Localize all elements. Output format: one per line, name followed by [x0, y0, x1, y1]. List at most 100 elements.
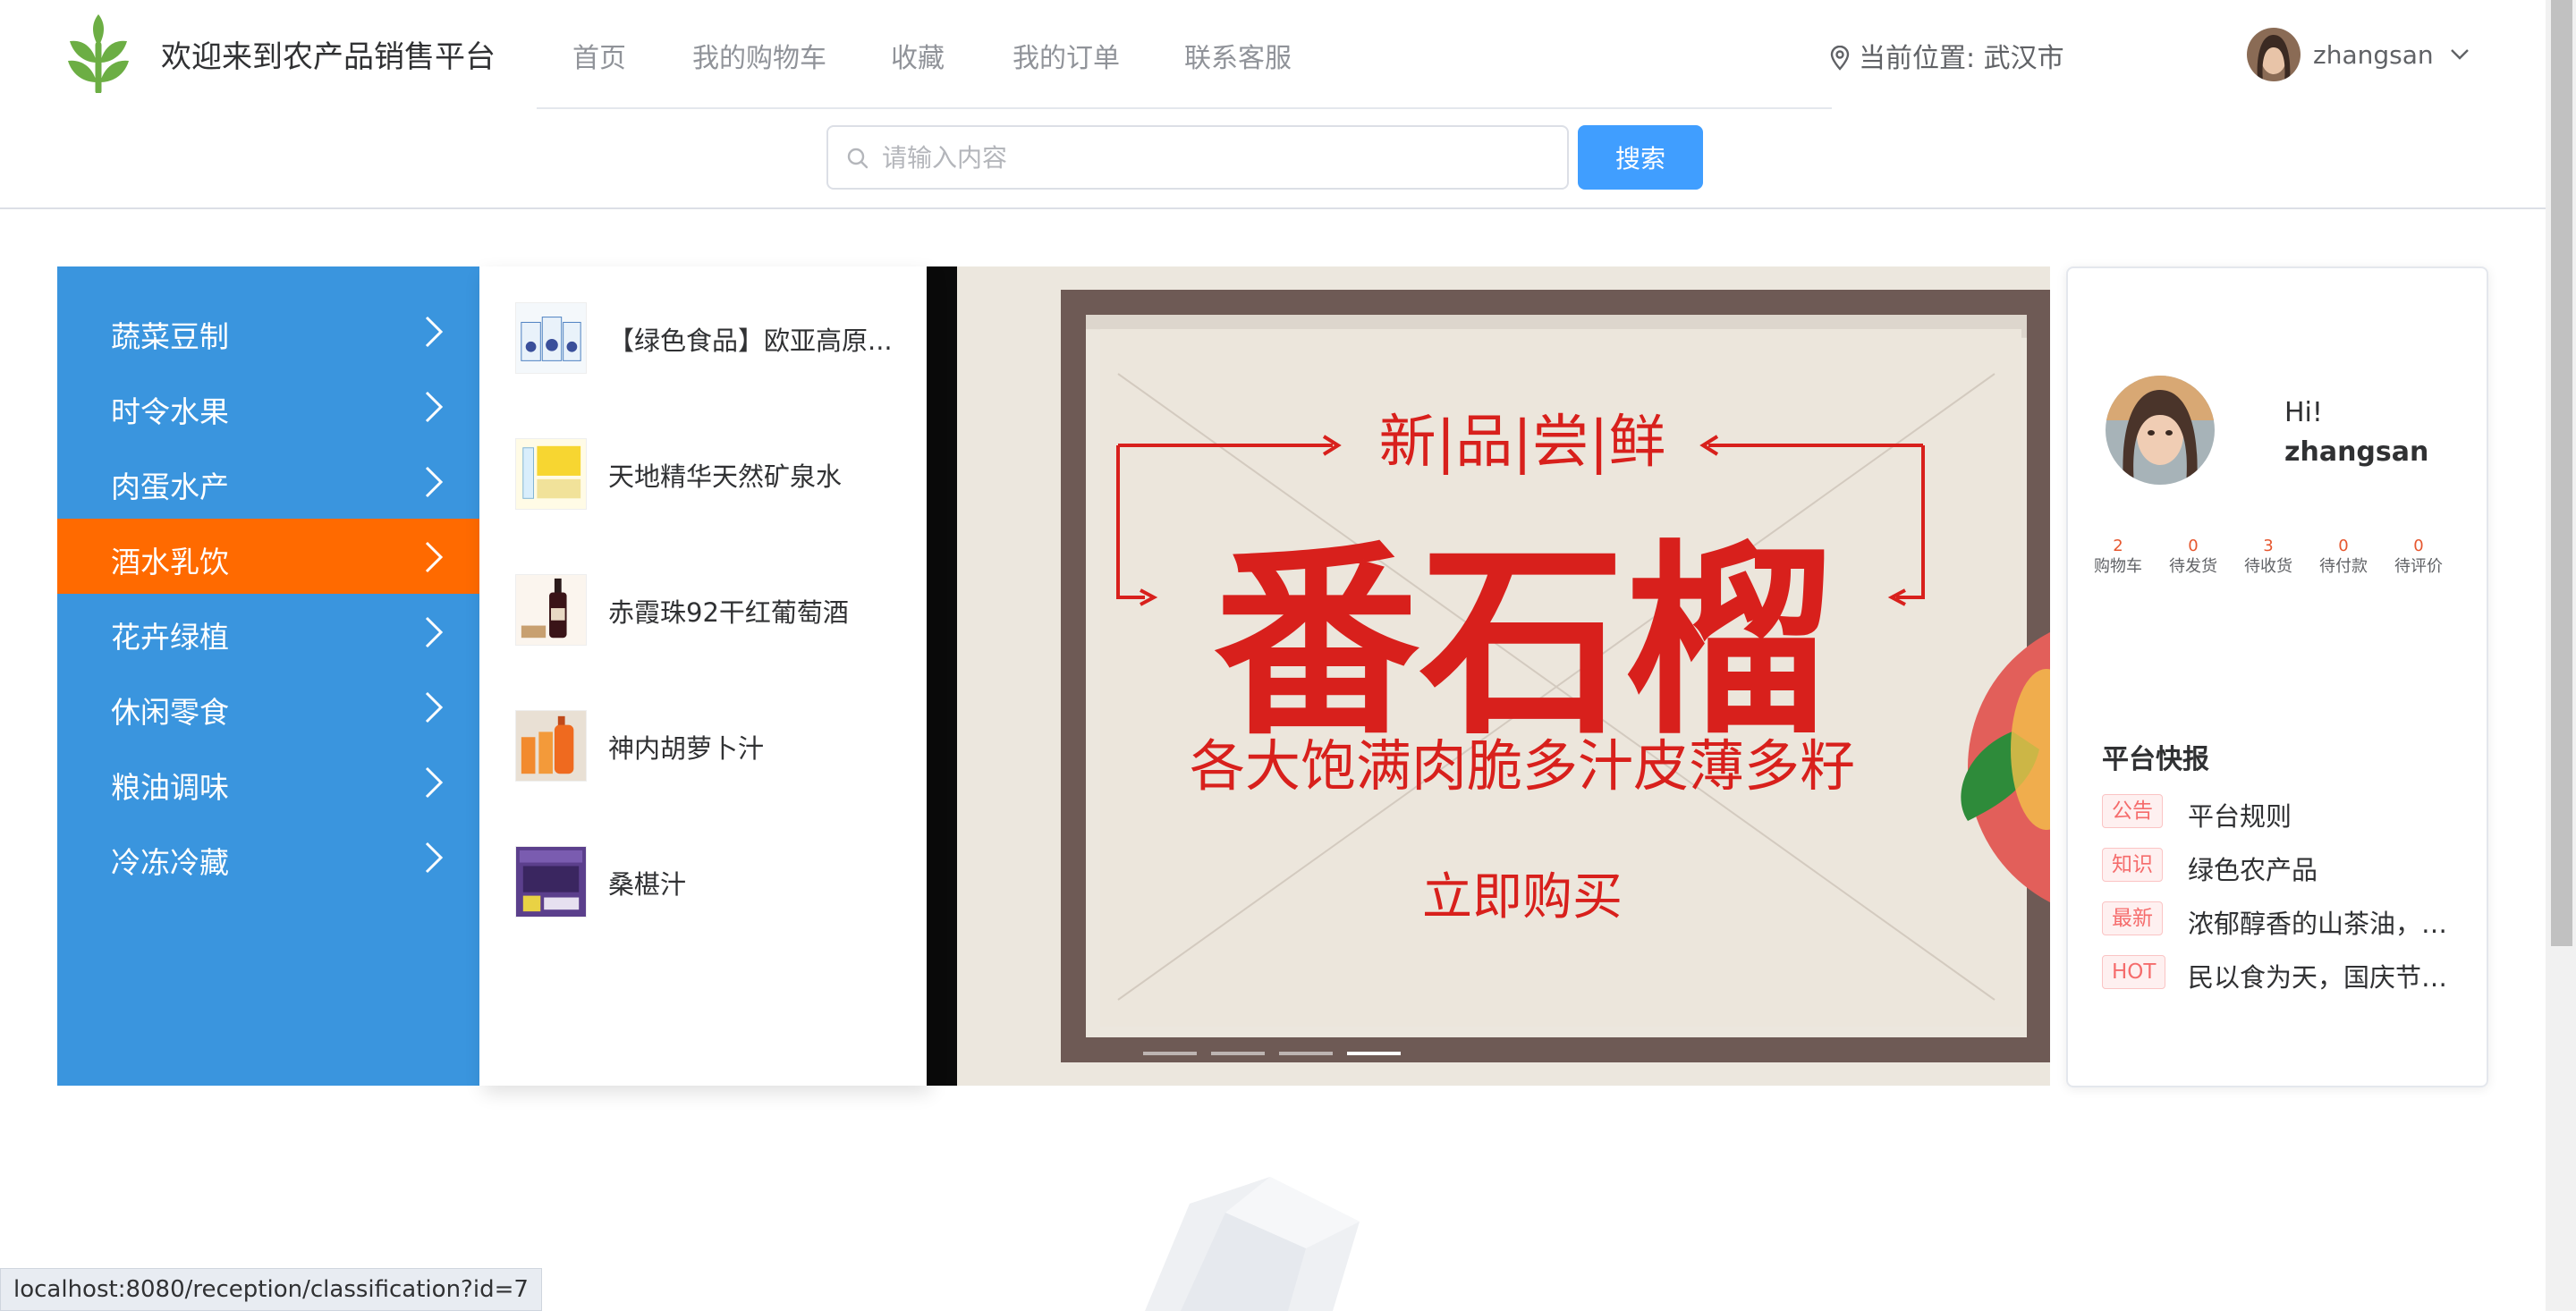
greeting: Hi! — [2284, 397, 2323, 428]
user-dropdown[interactable]: zhangsan — [2247, 27, 2470, 82]
chevron-right-icon — [425, 541, 444, 573]
stat-label: 待收货 — [2244, 557, 2292, 576]
location-text: 当前位置: 武汉市 — [1859, 43, 2064, 74]
category-label: 时令水果 — [111, 394, 229, 429]
chevron-right-icon — [425, 391, 444, 423]
stat-to-ship[interactable]: 0 待发货 — [2156, 537, 2231, 578]
news-item[interactable]: 最新 浓郁醇香的山茶油，帮... — [2102, 900, 2469, 939]
product-item[interactable]: 【绿色食品】欧亚高原... — [515, 297, 909, 377]
category-flowers-plants[interactable]: 花卉绿植 — [57, 594, 479, 669]
page-scrollbar-thumb[interactable] — [2551, 0, 2572, 946]
news-item[interactable]: 知识 绿色农产品 — [2102, 846, 2469, 885]
banner-sub-text: 各大饱满肉脆多汁皮薄多籽 — [1190, 733, 1855, 799]
news-item[interactable]: 公告 平台规则 — [2102, 792, 2469, 832]
news-tag: HOT — [2102, 955, 2166, 989]
news-text: 平台规则 — [2188, 801, 2292, 832]
category-frozen[interactable]: 冷冻冷藏 — [57, 819, 479, 894]
product-name: 神内胡萝卜汁 — [608, 733, 765, 764]
stat-cart[interactable]: 2 购物车 — [2080, 537, 2156, 578]
news-text: 绿色农产品 — [2188, 855, 2318, 885]
category-label: 肉蛋水产 — [111, 469, 229, 504]
category-vegetables[interactable]: 蔬菜豆制 — [57, 293, 479, 368]
stat-count: 0 — [2413, 537, 2424, 555]
chevron-right-icon — [425, 842, 444, 874]
carousel-indicators — [1143, 1052, 1401, 1055]
category-product-popout: 【绿色食品】欧亚高原... 天地精华天然矿泉水 赤霞珠92干红葡萄酒 神内胡萝卜… — [479, 266, 927, 1086]
stat-label: 待付款 — [2319, 557, 2368, 576]
search-field — [826, 125, 1569, 190]
category-label: 粮油调味 — [111, 770, 229, 805]
nav-customer-service[interactable]: 联系客服 — [1184, 36, 1292, 75]
category-grain-oil-seasoning[interactable]: 粮油调味 — [57, 744, 479, 819]
category-fruits[interactable]: 时令水果 — [57, 368, 479, 444]
stat-label: 购物车 — [2094, 557, 2142, 576]
user-info-card: Hi! zhangsan 2 购物车 0 待发货 3 待收货 0 待付款 0 待… — [2066, 266, 2488, 1087]
nav-favorites[interactable]: 收藏 — [891, 36, 945, 75]
nav-home[interactable]: 首页 — [572, 36, 626, 75]
stat-count: 2 — [2113, 537, 2123, 555]
news-text: 浓郁醇香的山茶油，帮... — [2188, 909, 2469, 939]
category-label: 冷冻冷藏 — [111, 845, 229, 880]
product-thumbnail — [515, 710, 587, 782]
stat-to-review[interactable]: 0 待评价 — [2381, 537, 2456, 578]
product-name: 桑椹汁 — [608, 869, 687, 900]
stat-count: 3 — [2263, 537, 2274, 555]
search-icon — [847, 148, 869, 169]
category-label: 休闲零食 — [111, 695, 229, 730]
carousel-dot[interactable] — [1279, 1052, 1333, 1055]
chevron-right-icon — [425, 766, 444, 799]
current-location[interactable]: 当前位置: 武汉市 — [1830, 36, 2064, 75]
carousel-dot[interactable] — [1143, 1052, 1197, 1055]
leaf-logo-icon[interactable] — [64, 11, 132, 93]
product-name: 【绿色食品】欧亚高原... — [608, 326, 893, 356]
chevron-down-icon — [2450, 49, 2469, 60]
stat-label: 待评价 — [2394, 557, 2443, 576]
product-name: 赤霞珠92干红葡萄酒 — [608, 597, 849, 628]
product-item[interactable]: 神内胡萝卜汁 — [515, 705, 909, 785]
link-status-bar: localhost:8080/reception/classification?… — [0, 1268, 542, 1311]
product-item[interactable]: 天地精华天然矿泉水 — [515, 433, 909, 513]
category-snacks[interactable]: 休闲零食 — [57, 669, 479, 744]
search-button[interactable]: 搜索 — [1578, 125, 1703, 190]
category-label: 酒水乳饮 — [111, 545, 229, 579]
chevron-right-icon — [425, 616, 444, 648]
header-username: zhangsan — [2313, 39, 2434, 70]
news-text: 民以食为天，国庆节送... — [2188, 962, 2469, 993]
stat-label: 待发货 — [2169, 557, 2217, 576]
chevron-right-icon — [425, 466, 444, 498]
product-thumbnail — [515, 438, 587, 510]
product-thumbnail — [515, 302, 587, 374]
nav-cart[interactable]: 我的购物车 — [692, 36, 826, 75]
chevron-right-icon — [425, 691, 444, 723]
category-meat-eggs-seafood[interactable]: 肉蛋水产 — [57, 444, 479, 519]
product-item[interactable]: 赤霞珠92干红葡萄酒 — [515, 569, 909, 649]
stat-count: 0 — [2338, 537, 2349, 555]
guava-banner-image: 新|品|尝|鲜 番石榴 各大饱满肉脆多汁皮薄多籽 立即购买 — [957, 266, 2050, 1086]
promo-carousel[interactable]: 新|品|尝|鲜 番石榴 各大饱满肉脆多汁皮薄多籽 立即购买 — [927, 266, 2050, 1086]
news-heading: 平台快报 — [2102, 744, 2209, 775]
banner-cta-text: 立即购买 — [1422, 868, 1623, 926]
main-nav: 首页 我的购物车 收藏 我的订单 联系客服 — [537, 0, 1832, 109]
location-pin-icon — [1830, 46, 1850, 71]
avatar[interactable] — [2106, 376, 2215, 485]
news-item[interactable]: HOT 民以食为天，国庆节送... — [2102, 953, 2469, 993]
category-sidebar: 蔬菜豆制 时令水果 肉蛋水产 酒水乳饮 花卉绿植 休闲零食 粮油调味 冷冻冷藏 — [57, 266, 479, 1086]
product-item[interactable]: 桑椹汁 — [515, 841, 909, 921]
news-tag: 知识 — [2102, 848, 2163, 882]
stat-to-receive[interactable]: 3 待收货 — [2231, 537, 2306, 578]
search-input[interactable] — [882, 136, 1544, 179]
banner-top-text: 新|品|尝|鲜 — [1379, 410, 1666, 476]
carousel-dot-active[interactable] — [1347, 1052, 1401, 1055]
card-username: zhangsan — [2284, 436, 2429, 468]
stat-count: 0 — [2188, 537, 2199, 555]
category-label: 花卉绿植 — [111, 620, 229, 655]
product-thumbnail — [515, 846, 587, 918]
decorative-cube-graphic — [1145, 1177, 1360, 1311]
category-drinks-dairy[interactable]: 酒水乳饮 — [57, 519, 479, 594]
news-tag: 公告 — [2102, 794, 2163, 828]
nav-orders[interactable]: 我的订单 — [1013, 36, 1120, 75]
chevron-right-icon — [425, 316, 444, 348]
site-title: 欢迎来到农产品销售平台 — [161, 39, 496, 75]
stat-to-pay[interactable]: 0 待付款 — [2306, 537, 2381, 578]
carousel-dot[interactable] — [1211, 1052, 1265, 1055]
